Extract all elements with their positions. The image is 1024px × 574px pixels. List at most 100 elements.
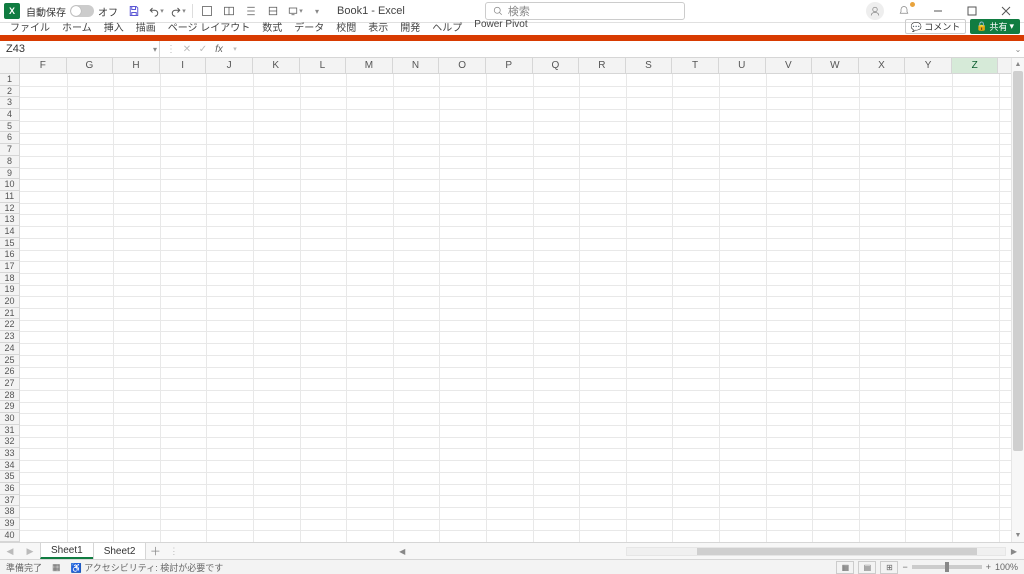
row-header[interactable]: 34: [0, 460, 19, 472]
row-header[interactable]: 35: [0, 471, 19, 483]
sheet-nav-next[interactable]: ▶: [20, 546, 40, 557]
row-header[interactable]: 23: [0, 331, 19, 343]
row-header[interactable]: 15: [0, 238, 19, 250]
column-header[interactable]: U: [719, 58, 766, 73]
column-header[interactable]: X: [859, 58, 906, 73]
qat-btn-2[interactable]: [219, 1, 239, 21]
notification-button[interactable]: [890, 1, 918, 21]
fx-dropdown[interactable]: ▾: [228, 45, 242, 53]
row-header[interactable]: 21: [0, 308, 19, 320]
column-header[interactable]: I: [160, 58, 207, 73]
autosave-toggle[interactable]: 自動保存 オフ: [26, 4, 118, 19]
ribbon-tab[interactable]: 描画: [130, 19, 162, 35]
qat-btn-5[interactable]: ▾: [285, 1, 305, 21]
row-header[interactable]: 36: [0, 483, 19, 495]
maximize-button[interactable]: [958, 1, 986, 21]
row-header[interactable]: 40: [0, 530, 19, 542]
formula-input[interactable]: [246, 41, 1012, 57]
ribbon-tab[interactable]: ファイル: [4, 19, 56, 35]
row-header[interactable]: 33: [0, 448, 19, 460]
column-header[interactable]: F: [20, 58, 67, 73]
row-header[interactable]: 29: [0, 401, 19, 413]
ribbon-tab[interactable]: 開発: [394, 19, 426, 35]
row-header[interactable]: 11: [0, 191, 19, 203]
row-header[interactable]: 5: [0, 121, 19, 133]
row-header[interactable]: 1: [0, 74, 19, 86]
ribbon-tab[interactable]: 挿入: [98, 19, 130, 35]
row-header[interactable]: 20: [0, 296, 19, 308]
row-header[interactable]: 31: [0, 425, 19, 437]
comments-button[interactable]: 💬 コメント: [905, 19, 967, 34]
column-header[interactable]: R: [579, 58, 626, 73]
cancel-button[interactable]: ✕: [180, 44, 194, 55]
qat-btn-1[interactable]: [197, 1, 217, 21]
ribbon-tab[interactable]: 表示: [362, 19, 394, 35]
workbook-stats-icon[interactable]: ▦: [52, 562, 61, 573]
save-button[interactable]: [124, 1, 144, 21]
redo-button[interactable]: ▾: [168, 1, 188, 21]
row-header[interactable]: 3: [0, 97, 19, 109]
row-header[interactable]: 32: [0, 436, 19, 448]
view-pagebreak-button[interactable]: ⊞: [880, 561, 898, 574]
ribbon-tab[interactable]: ページ レイアウト: [162, 19, 257, 35]
scroll-down-arrow[interactable]: ▼: [1012, 529, 1024, 542]
column-header[interactable]: Q: [533, 58, 580, 73]
ribbon-tab[interactable]: ヘルプ: [426, 19, 468, 35]
row-header[interactable]: 22: [0, 319, 19, 331]
column-header[interactable]: P: [486, 58, 533, 73]
share-button[interactable]: 🔒 共有 ▾: [970, 19, 1020, 34]
ribbon-tab[interactable]: 校閲: [330, 19, 362, 35]
formula-bar-expand[interactable]: ⌄: [1012, 45, 1024, 54]
sheet-tab[interactable]: Sheet1: [40, 543, 94, 559]
column-header[interactable]: S: [626, 58, 673, 73]
select-all-triangle[interactable]: [0, 58, 20, 73]
vertical-scrollbar[interactable]: ▲ ▼: [1011, 58, 1024, 542]
accessibility-status[interactable]: ♿ アクセシビリティ: 検討が必要です: [71, 561, 224, 574]
qat-btn-3[interactable]: [241, 1, 261, 21]
row-header[interactable]: 13: [0, 214, 19, 226]
row-header[interactable]: 14: [0, 226, 19, 238]
zoom-out-button[interactable]: −: [902, 562, 907, 572]
search-box[interactable]: 検索: [485, 2, 685, 20]
ribbon-tab[interactable]: ホーム: [56, 19, 98, 35]
ribbon-tab[interactable]: Power Pivot: [468, 19, 533, 35]
row-header[interactable]: 25: [0, 355, 19, 367]
row-header[interactable]: 10: [0, 179, 19, 191]
row-header[interactable]: 6: [0, 132, 19, 144]
column-header[interactable]: G: [67, 58, 114, 73]
row-header[interactable]: 7: [0, 144, 19, 156]
horizontal-scrollbar[interactable]: [626, 547, 1006, 556]
sheet-nav-prev[interactable]: ◀: [0, 546, 20, 557]
column-header[interactable]: H: [113, 58, 160, 73]
column-header[interactable]: W: [812, 58, 859, 73]
sheet-tab[interactable]: Sheet2: [93, 543, 147, 559]
column-header[interactable]: L: [300, 58, 347, 73]
hscroll-right[interactable]: ▶: [1008, 547, 1020, 556]
view-pagelayout-button[interactable]: ▤: [858, 561, 876, 574]
autosave-switch[interactable]: [70, 5, 94, 17]
column-header[interactable]: J: [206, 58, 253, 73]
hscroll-left[interactable]: ◀: [396, 547, 408, 556]
name-box[interactable]: Z43 ▾: [0, 41, 160, 57]
zoom-level[interactable]: 100%: [995, 562, 1018, 572]
zoom-in-button[interactable]: +: [986, 562, 991, 572]
account-button[interactable]: [866, 2, 884, 20]
row-header[interactable]: 8: [0, 156, 19, 168]
row-header[interactable]: 2: [0, 86, 19, 98]
zoom-slider[interactable]: [912, 565, 982, 569]
cells-area[interactable]: [20, 74, 1011, 542]
view-normal-button[interactable]: ▦: [836, 561, 854, 574]
row-header[interactable]: 16: [0, 249, 19, 261]
name-box-dropdown-icon[interactable]: ▾: [153, 45, 157, 54]
row-header[interactable]: 9: [0, 168, 19, 180]
row-header[interactable]: 38: [0, 506, 19, 518]
column-header[interactable]: M: [346, 58, 393, 73]
fx-button[interactable]: fx: [212, 44, 226, 55]
scroll-up-arrow[interactable]: ▲: [1012, 58, 1024, 71]
row-header[interactable]: 12: [0, 203, 19, 215]
column-header[interactable]: N: [393, 58, 440, 73]
ribbon-tab[interactable]: データ: [288, 19, 330, 35]
undo-button[interactable]: ▾: [146, 1, 166, 21]
column-header[interactable]: Z: [952, 58, 999, 73]
row-header[interactable]: 37: [0, 495, 19, 507]
